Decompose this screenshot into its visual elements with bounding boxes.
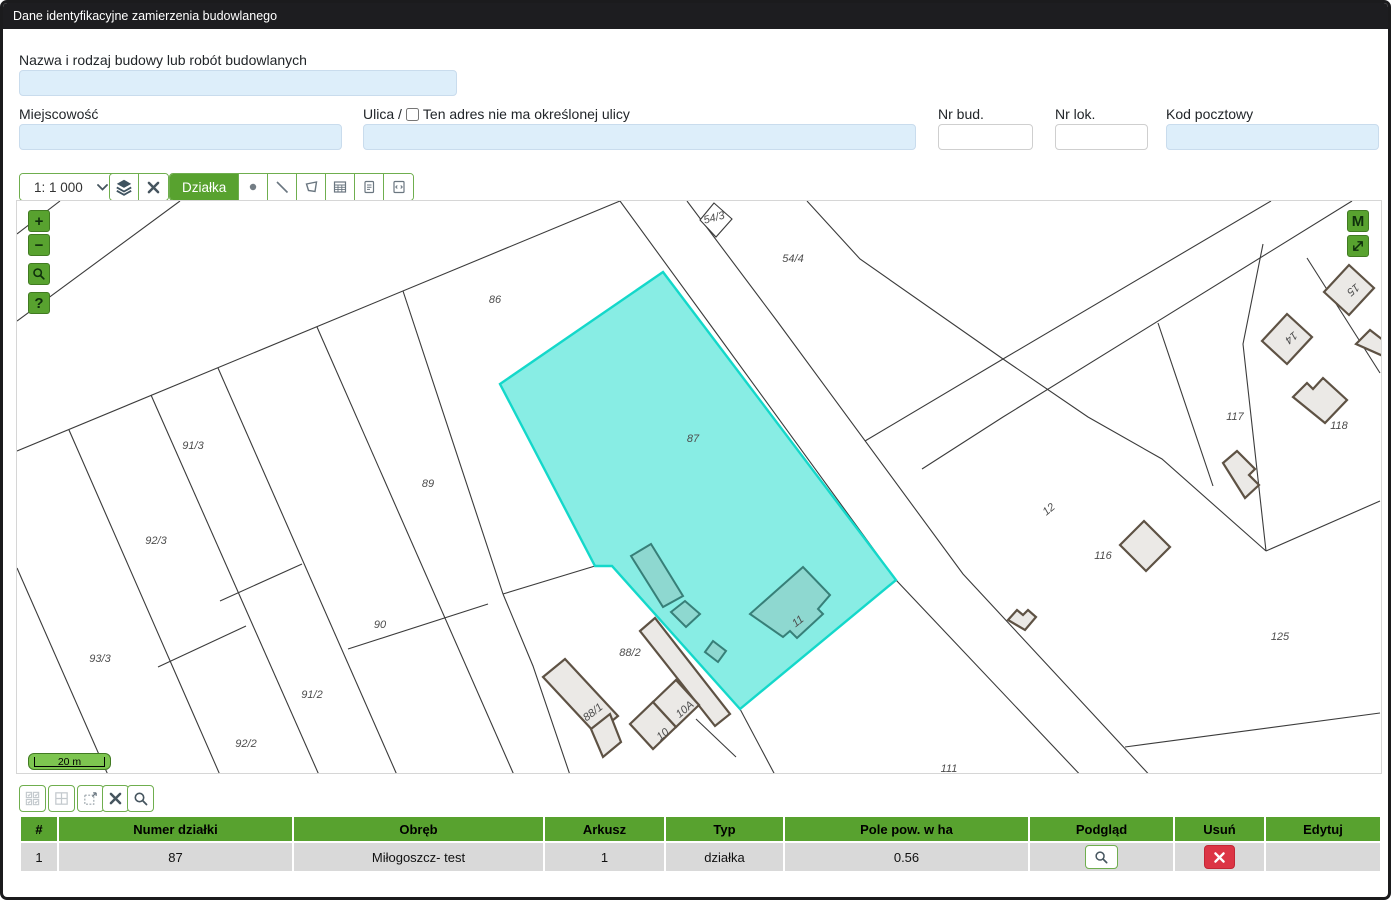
- parcel-label: 91/3: [182, 440, 204, 452]
- cadastral-map[interactable]: 54/354/48691/38992/3879093/391/292/288/2…: [16, 200, 1382, 774]
- row-index: 1: [21, 843, 57, 871]
- parcel-label: 93/3: [89, 653, 111, 665]
- parcel-label: 88/2: [619, 647, 640, 659]
- window-grid-icon: [53, 790, 70, 807]
- no-street-checkbox[interactable]: [406, 108, 419, 121]
- name-input[interactable]: [19, 70, 457, 96]
- row-parcel-number: 87: [59, 843, 292, 871]
- table-row: 1 87 Miłogoszcz- test 1 działka 0.56: [21, 843, 1380, 871]
- measure-button[interactable]: M: [1347, 210, 1369, 232]
- row-edit-cell: [1266, 843, 1380, 871]
- zoom-in-button[interactable]: +: [28, 210, 50, 232]
- search-table-button[interactable]: [127, 785, 154, 812]
- map-scale-bar: 20 m: [28, 753, 111, 770]
- chevron-down-icon: [97, 184, 108, 191]
- street-label: Ulica / Ten adres nie ma określonej ulicy: [363, 106, 630, 122]
- name-label: Nazwa i rodzaj budowy lub robót budowlan…: [19, 52, 307, 68]
- city-label: Miejscowość: [19, 106, 98, 122]
- select-extent-button[interactable]: [77, 785, 104, 812]
- street-label-text: Ulica /: [363, 106, 402, 122]
- col-obreb: Obręb: [294, 817, 543, 841]
- row-area: 0.56: [785, 843, 1028, 871]
- grid-view-button[interactable]: [48, 785, 75, 812]
- zoom-out-button[interactable]: −: [28, 234, 50, 256]
- parcels-table: # Numer działki Obręb Arkusz Typ Pole po…: [19, 815, 1382, 873]
- parcel-label: 111: [941, 763, 958, 774]
- scale-select-group: 1: 1 000: [19, 173, 118, 201]
- scale-select[interactable]: 1: 1 000: [20, 174, 117, 200]
- layers-icon[interactable]: [110, 174, 139, 200]
- unit-no-label: Nr lok.: [1055, 106, 1095, 122]
- parcel-label: 89: [422, 478, 434, 490]
- col-index: #: [21, 817, 57, 841]
- building-no-input[interactable]: [938, 124, 1033, 150]
- unit-no-input[interactable]: [1055, 124, 1148, 150]
- row-arkusz: 1: [545, 843, 664, 871]
- map-canvas[interactable]: 54/354/48691/38992/3879093/391/292/288/2…: [17, 201, 1382, 774]
- parcel-label: 92/3: [145, 535, 167, 547]
- row-obreb: Miłogoszcz- test: [294, 843, 543, 871]
- parcel-label: 125: [1271, 631, 1290, 643]
- delete-button[interactable]: [1204, 845, 1235, 869]
- parcel-label: 12: [1041, 501, 1058, 518]
- search-icon: [133, 791, 149, 807]
- col-edit: Edytuj: [1266, 817, 1380, 841]
- parcel-label: 87: [687, 433, 700, 445]
- parcel-label: 54/4: [782, 253, 803, 265]
- parcel-label: 117: [1226, 411, 1244, 423]
- scale-bar-label: 20 m: [58, 756, 81, 768]
- parcel-label: 92/2: [235, 738, 256, 750]
- table-header-row: # Numer działki Obręb Arkusz Typ Pole po…: [21, 817, 1380, 841]
- preview-button[interactable]: [1085, 845, 1118, 869]
- zoom-box-button[interactable]: [28, 263, 50, 285]
- col-preview: Podgląd: [1030, 817, 1173, 841]
- magnifier-icon: [1094, 850, 1109, 865]
- postal-code-input[interactable]: [1166, 124, 1379, 150]
- clear-table-button[interactable]: [102, 785, 129, 812]
- select-all-rows-button[interactable]: [19, 785, 46, 812]
- layers-group: [109, 173, 169, 201]
- parcel-label: 91/2: [301, 689, 322, 701]
- col-arkusz: Arkusz: [545, 817, 664, 841]
- dashed-extent-icon: [82, 790, 99, 807]
- expand-icon: [1351, 239, 1365, 253]
- point-tool-icon[interactable]: [239, 174, 268, 200]
- line-tool-icon[interactable]: [268, 174, 297, 200]
- no-street-checkbox-label: Ten adres nie ma określonej ulicy: [423, 106, 630, 122]
- attribute-table-icon[interactable]: [326, 174, 355, 200]
- street-input[interactable]: [363, 124, 916, 150]
- code-file-icon[interactable]: [384, 174, 413, 200]
- parcel-label: 116: [1094, 550, 1112, 562]
- panel-dane-identyfikacyjne: Dane identyfikacyjne zamierzenia budowla…: [0, 0, 1391, 900]
- row-typ: działka: [666, 843, 783, 871]
- checkbox-grid-icon: [24, 790, 41, 807]
- draw-tools-group: Działka: [169, 173, 414, 201]
- close-icon: [108, 791, 123, 806]
- col-parcel-number: Numer działki: [59, 817, 292, 841]
- magnifier-icon: [32, 267, 46, 281]
- document-icon[interactable]: [355, 174, 384, 200]
- help-button[interactable]: ?: [28, 292, 50, 314]
- col-typ: Typ: [666, 817, 783, 841]
- parcel-label: 86: [489, 294, 502, 306]
- city-input[interactable]: [19, 124, 342, 150]
- selected-parcel-87[interactable]: [500, 272, 896, 709]
- parcel-label: 118: [1330, 420, 1348, 432]
- panel-title: Dane identyfikacyjne zamierzenia budowla…: [3, 3, 1388, 29]
- close-icon: [1213, 851, 1226, 864]
- scale-select-value: 1: 1 000: [34, 180, 83, 195]
- col-delete: Usuń: [1175, 817, 1264, 841]
- col-area: Pole pow. w ha: [785, 817, 1028, 841]
- building-no-label: Nr bud.: [938, 106, 984, 122]
- dzialka-button[interactable]: Działka: [170, 174, 239, 200]
- clear-selection-icon[interactable]: [139, 174, 168, 200]
- fullscreen-button[interactable]: [1347, 235, 1369, 257]
- polygon-tool-icon[interactable]: [297, 174, 326, 200]
- postal-code-label: Kod pocztowy: [1166, 106, 1253, 122]
- parcel-label: 90: [374, 619, 387, 631]
